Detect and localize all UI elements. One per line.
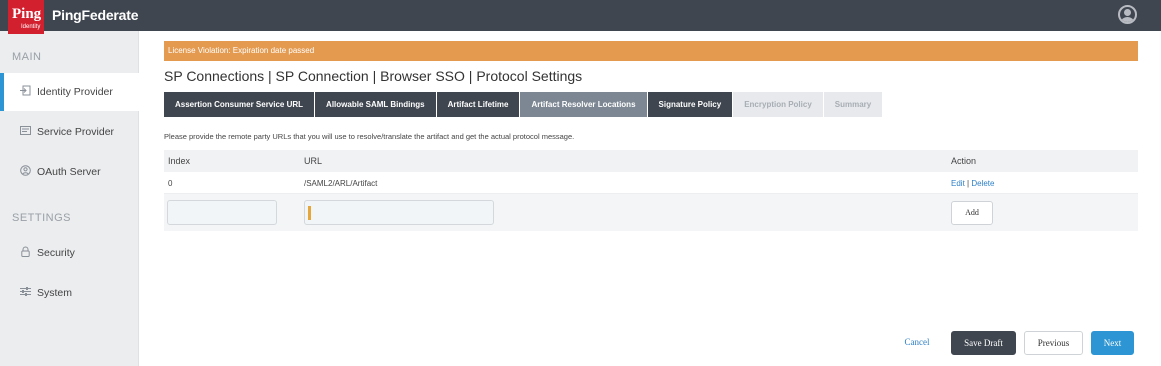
avatar-head-shape — [1124, 9, 1131, 16]
page-title: SP Connections | SP Connection | Browser… — [164, 68, 583, 84]
sidebar-item-system[interactable]: System — [0, 274, 139, 312]
table-header: Index URL Action — [164, 150, 1138, 172]
sidebar: MAIN Identity Provider Service Provider … — [0, 31, 142, 366]
sidebar-item-label: Service Provider — [37, 126, 115, 138]
new-row: Add — [164, 194, 1138, 231]
sidebar-item-label: Identity Provider — [37, 86, 113, 98]
sidebar-section-main: MAIN — [12, 51, 42, 63]
add-button[interactable]: Add — [951, 201, 993, 225]
delete-link[interactable]: Delete — [971, 179, 994, 188]
index-input[interactable] — [167, 200, 277, 225]
license-violation-alert: License Violation: Expiration date passe… — [164, 41, 1138, 61]
avatar-body-shape — [1121, 17, 1134, 22]
row-actions: Edit | Delete — [951, 179, 994, 188]
action-separator: | — [967, 179, 970, 188]
artifact-resolver-table: Index URL Action 0 /SAML2/ARL/Artifact E… — [164, 150, 1138, 231]
identity-provider-icon — [20, 85, 31, 96]
cell-index: 0 — [168, 179, 173, 188]
protocol-settings-tabs: Assertion Consumer Service URL Allowable… — [164, 92, 883, 117]
next-button[interactable]: Next — [1091, 331, 1134, 355]
sidebar-item-identity-provider[interactable]: Identity Provider — [0, 73, 142, 111]
logo-subtext: Identity — [21, 24, 41, 30]
logo-text: Ping — [12, 6, 42, 22]
sidebar-item-label: System — [37, 287, 73, 299]
tab-artifact-lifetime[interactable]: Artifact Lifetime — [436, 92, 520, 117]
save-draft-button[interactable]: Save Draft — [951, 331, 1016, 355]
active-item-indicator — [139, 74, 145, 112]
header-url: URL — [304, 156, 323, 166]
top-header: Ping Identity PingFederate — [0, 0, 1161, 34]
sidebar-section-settings: SETTINGS — [12, 212, 72, 224]
header-action: Action — [951, 156, 977, 166]
cancel-button[interactable]: Cancel — [897, 331, 937, 355]
user-avatar-icon[interactable] — [1118, 5, 1137, 24]
table-row: 0 /SAML2/ARL/Artifact Edit | Delete — [164, 172, 1138, 194]
sliders-icon — [20, 286, 31, 296]
service-provider-icon — [20, 125, 31, 135]
tab-encryption-policy: Encryption Policy — [733, 92, 823, 117]
sidebar-item-label: Security — [37, 247, 75, 259]
sidebar-item-label: OAuth Server — [37, 166, 101, 178]
header-index: Index — [168, 156, 191, 166]
ping-logo[interactable]: Ping Identity — [8, 0, 44, 34]
sidebar-item-service-provider[interactable]: Service Provider — [0, 113, 139, 151]
required-field-marker — [308, 206, 311, 220]
previous-button[interactable]: Previous — [1024, 331, 1083, 355]
tab-summary: Summary — [823, 92, 883, 117]
page-description: Please provide the remote party URLs tha… — [164, 132, 575, 141]
product-name: PingFederate — [52, 7, 139, 23]
tab-allowable-saml-bindings[interactable]: Allowable SAML Bindings — [315, 92, 436, 117]
sidebar-item-security[interactable]: Security — [0, 234, 139, 272]
tab-signature-policy[interactable]: Signature Policy — [647, 92, 733, 117]
tab-artifact-resolver-locations[interactable]: Artifact Resolver Locations — [520, 92, 647, 117]
tab-assertion-consumer-service-url[interactable]: Assertion Consumer Service URL — [164, 92, 315, 117]
edit-link[interactable]: Edit — [951, 179, 965, 188]
lock-icon — [20, 246, 30, 257]
sidebar-item-oauth-server[interactable]: OAuth Server — [0, 153, 139, 191]
oauth-icon — [20, 165, 31, 176]
url-input[interactable] — [304, 200, 494, 225]
cell-url: /SAML2/ARL/Artifact — [304, 179, 378, 188]
